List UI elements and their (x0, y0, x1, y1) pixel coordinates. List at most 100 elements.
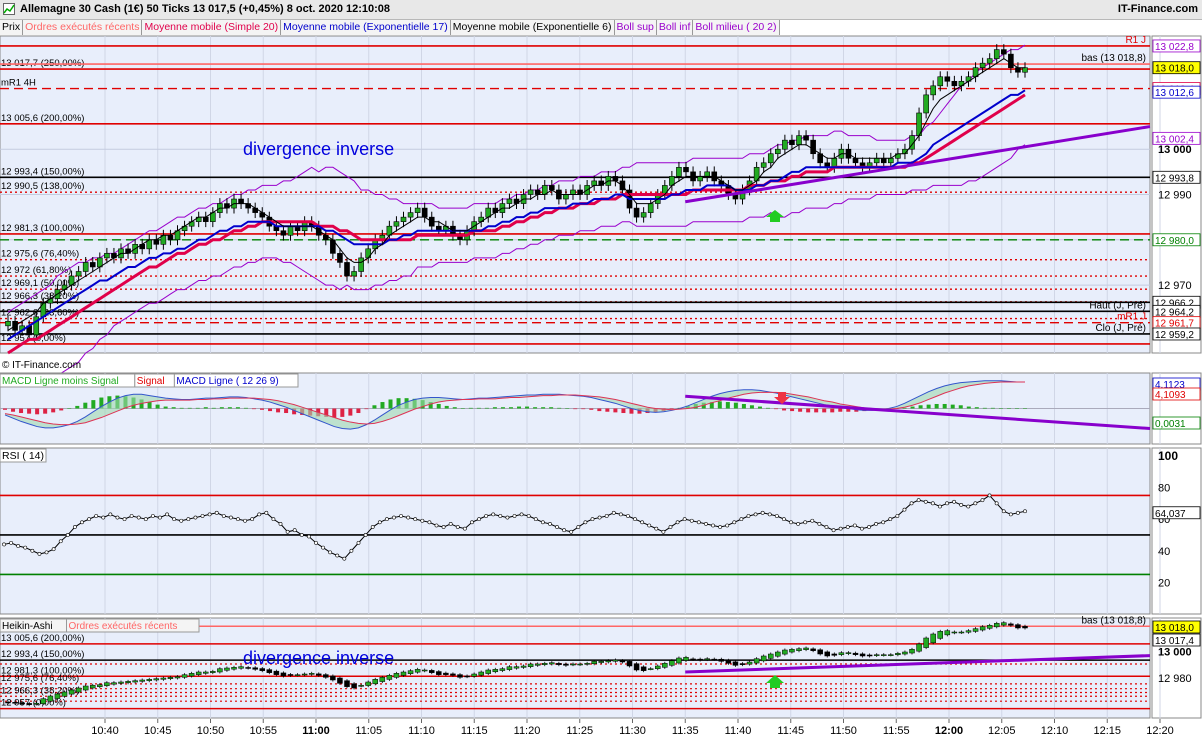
rsi-point (689, 518, 694, 523)
candle-body (563, 194, 569, 200)
macd-histogram-bar (508, 407, 513, 409)
rsi-panel (0, 447, 1151, 615)
ha-candle-body (111, 682, 117, 685)
rsi-point (172, 517, 177, 522)
rsi-point (562, 528, 567, 533)
macd-histogram-bar (966, 406, 971, 409)
candle-body (153, 239, 160, 245)
price-tag-label: 13 017,4 (1155, 636, 1194, 647)
rsi-point (94, 514, 99, 518)
macd-histogram-bar (492, 407, 497, 409)
ha-candle-body (457, 674, 463, 678)
ha-candle-body (965, 630, 972, 633)
ha-candle-body (188, 673, 195, 677)
macd-histogram-bar (276, 408, 281, 413)
annotation-text: divergence inverse (243, 648, 394, 668)
ha-candle-body (75, 687, 82, 693)
ha-candle-body (838, 652, 845, 655)
rsi-point (236, 517, 240, 522)
x-tick-label: 10:50 (197, 725, 225, 737)
macd-histogram-bar (725, 402, 730, 409)
ha-candle-body (937, 631, 943, 639)
rsi-point (909, 501, 914, 506)
ha-candle-body (789, 649, 795, 653)
ha-candle-body (753, 658, 760, 664)
ha-candle-body (979, 626, 986, 631)
rsi-point (193, 515, 198, 520)
ha-candle-body (393, 673, 400, 678)
rsi-point (576, 525, 581, 529)
level-label: 12 975,6 (76,40%) (1, 249, 79, 260)
y-tick-label: 80 (1158, 483, 1170, 495)
macd-histogram-bar (1006, 408, 1011, 409)
y-tick-label: 12 980 (1158, 673, 1192, 685)
rsi-point (1001, 509, 1006, 514)
copyright: © IT-Finance.com (2, 360, 81, 371)
rsi-point (484, 514, 489, 518)
rsi-point (782, 517, 786, 522)
candle-body (979, 62, 986, 69)
level-label: 13 005,6 (200,00%) (1, 113, 84, 124)
rsi-point (930, 501, 935, 506)
ha-candle-body (478, 671, 484, 676)
candle-body (647, 203, 654, 213)
ha-candle-body (577, 663, 583, 666)
ha-candle-body (351, 683, 357, 689)
macd-histogram-bar (942, 403, 947, 409)
ha-candle-body (365, 681, 371, 686)
ha-candle-body (47, 695, 54, 702)
time-axis (0, 719, 1202, 740)
y-tick-label: 12 970 (1158, 280, 1192, 292)
ha-candle-body (916, 643, 922, 652)
ha-candle-body (796, 648, 802, 651)
ha-candle-body (831, 653, 838, 656)
ha-candle-body (662, 663, 668, 668)
ha-candle-body (1008, 623, 1014, 626)
ha-candle-body (895, 653, 901, 656)
rsi-point (945, 501, 949, 506)
ha-candle-body (19, 702, 25, 705)
x-tick-label: 11:25 (566, 725, 593, 737)
rsi-point (80, 520, 84, 525)
candle-body (880, 157, 887, 164)
ha-candle-body (153, 678, 160, 681)
ha-candle-body (852, 652, 859, 655)
macd-histogram-bar (717, 401, 722, 409)
macd-histogram-bar (219, 407, 224, 409)
price-tag-label: 64,037 (1155, 509, 1186, 520)
rsi-point (533, 517, 538, 522)
chart-canvas[interactable]: 13 00012 99012 98012 970R1 J13 017,7 (25… (0, 0, 1202, 740)
y-tick-label: 13 000 (1158, 646, 1192, 658)
macd-histogram-bar (774, 408, 779, 410)
macd-histogram-bar (476, 407, 481, 409)
ha-candle-body (139, 679, 145, 682)
rsi-point (37, 552, 42, 556)
rsi-point (413, 517, 418, 522)
rsi-point (1008, 512, 1013, 517)
heikin-ashi-panel (0, 617, 1151, 719)
macd-histogram-bar (573, 408, 578, 410)
macd-histogram-bar (235, 407, 240, 409)
macd-legend-label: MACD Ligne moins Signal (2, 376, 119, 387)
ha-candle-body (61, 691, 68, 697)
rsi-point (328, 550, 333, 555)
macd-histogram-bar (621, 408, 626, 414)
macd-histogram-bar (43, 408, 48, 414)
rsi-point (186, 517, 191, 522)
candle-body (767, 153, 774, 164)
y-tick-label: 100 (1158, 449, 1178, 463)
rsi-point (335, 553, 340, 558)
level-label: 12 990,5 (138,00%) (1, 181, 84, 192)
macd-histogram-bar (982, 407, 987, 409)
ha-candle-body (845, 652, 852, 654)
candle-body (393, 221, 400, 227)
ha-candle-body (372, 679, 378, 685)
macd-histogram-bar (67, 408, 72, 409)
ha-candle-body (951, 631, 958, 634)
ha-candle-body (683, 657, 689, 661)
ha-candle-body (429, 670, 435, 673)
macd-histogram-bar (757, 406, 762, 409)
ha-candle-body (944, 630, 951, 636)
ha-candle-body (499, 668, 506, 671)
ha-candle-body (316, 673, 322, 676)
